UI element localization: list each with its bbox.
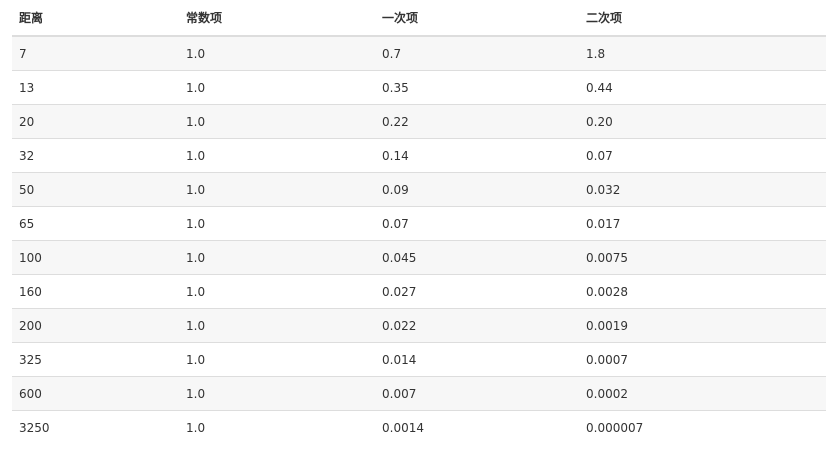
cell-linear-term: 0.14 — [375, 138, 579, 173]
cell-distance: 20 — [12, 104, 179, 139]
table-row: 200 1.0 0.022 0.0019 — [12, 308, 826, 343]
header-linear-term: 一次项 — [375, 0, 579, 37]
cell-distance: 32 — [12, 138, 179, 173]
cell-quadratic-term: 0.07 — [579, 138, 826, 173]
cell-quadratic-term: 0.20 — [579, 104, 826, 139]
cell-quadratic-term: 0.0075 — [579, 240, 826, 275]
table-row: 600 1.0 0.007 0.0002 — [12, 376, 826, 411]
cell-linear-term: 0.09 — [375, 172, 579, 207]
cell-constant-term: 1.0 — [179, 172, 375, 207]
cell-distance: 100 — [12, 240, 179, 275]
cell-quadratic-term: 0.0028 — [579, 274, 826, 309]
table-header: 距离 常数项 一次项 二次项 — [12, 0, 826, 37]
cell-distance: 325 — [12, 342, 179, 377]
cell-linear-term: 0.045 — [375, 240, 579, 275]
table-row: 7 1.0 0.7 1.8 — [12, 36, 826, 71]
header-distance: 距离 — [12, 0, 179, 37]
table-row: 50 1.0 0.09 0.032 — [12, 172, 826, 207]
cell-linear-term: 0.22 — [375, 104, 579, 139]
cell-distance: 200 — [12, 308, 179, 343]
table-row: 32 1.0 0.14 0.07 — [12, 138, 826, 173]
cell-distance: 65 — [12, 206, 179, 241]
header-constant-term: 常数项 — [179, 0, 375, 37]
cell-linear-term: 0.7 — [375, 36, 579, 71]
cell-distance: 13 — [12, 70, 179, 105]
cell-quadratic-term: 0.032 — [579, 172, 826, 207]
cell-linear-term: 0.022 — [375, 308, 579, 343]
cell-quadratic-term: 0.0019 — [579, 308, 826, 343]
cell-constant-term: 1.0 — [179, 410, 375, 444]
cell-constant-term: 1.0 — [179, 308, 375, 343]
table-row: 160 1.0 0.027 0.0028 — [12, 274, 826, 309]
cell-constant-term: 1.0 — [179, 70, 375, 105]
table-row: 100 1.0 0.045 0.0075 — [12, 240, 826, 275]
cell-linear-term: 0.027 — [375, 274, 579, 309]
table-row: 325 1.0 0.014 0.0007 — [12, 342, 826, 377]
attenuation-table-container: 距离 常数项 一次项 二次项 7 1.0 0.7 1.8 13 1.0 0.35 0.44 20… — [12, 0, 826, 444]
header-quadratic-term: 二次项 — [579, 0, 826, 37]
cell-linear-term: 0.07 — [375, 206, 579, 241]
cell-constant-term: 1.0 — [179, 206, 375, 241]
cell-quadratic-term: 0.44 — [579, 70, 826, 105]
cell-constant-term: 1.0 — [179, 376, 375, 411]
cell-distance: 600 — [12, 376, 179, 411]
table-row: 3250 1.0 0.0014 0.000007 — [12, 410, 826, 444]
cell-distance: 50 — [12, 172, 179, 207]
table-row: 13 1.0 0.35 0.44 — [12, 70, 826, 105]
cell-constant-term: 1.0 — [179, 36, 375, 71]
cell-constant-term: 1.0 — [179, 342, 375, 377]
cell-quadratic-term: 0.000007 — [579, 410, 826, 444]
table-body: 7 1.0 0.7 1.8 13 1.0 0.35 0.44 20 1.0 0.22 0.20 32 1.… — [12, 36, 826, 444]
cell-distance: 160 — [12, 274, 179, 309]
cell-constant-term: 1.0 — [179, 240, 375, 275]
cell-quadratic-term: 1.8 — [579, 36, 826, 71]
cell-linear-term: 0.007 — [375, 376, 579, 411]
cell-quadratic-term: 0.0002 — [579, 376, 826, 411]
cell-quadratic-term: 0.017 — [579, 206, 826, 241]
cell-distance: 7 — [12, 36, 179, 71]
table-row: 20 1.0 0.22 0.20 — [12, 104, 826, 139]
table-row: 65 1.0 0.07 0.017 — [12, 206, 826, 241]
cell-linear-term: 0.35 — [375, 70, 579, 105]
cell-linear-term: 0.0014 — [375, 410, 579, 444]
cell-distance: 3250 — [12, 410, 179, 444]
cell-constant-term: 1.0 — [179, 138, 375, 173]
cell-constant-term: 1.0 — [179, 104, 375, 139]
attenuation-table: 距离 常数项 一次项 二次项 7 1.0 0.7 1.8 13 1.0 0.35 0.44 20… — [12, 0, 826, 444]
cell-constant-term: 1.0 — [179, 274, 375, 309]
header-row: 距离 常数项 一次项 二次项 — [12, 0, 826, 37]
cell-quadratic-term: 0.0007 — [579, 342, 826, 377]
cell-linear-term: 0.014 — [375, 342, 579, 377]
